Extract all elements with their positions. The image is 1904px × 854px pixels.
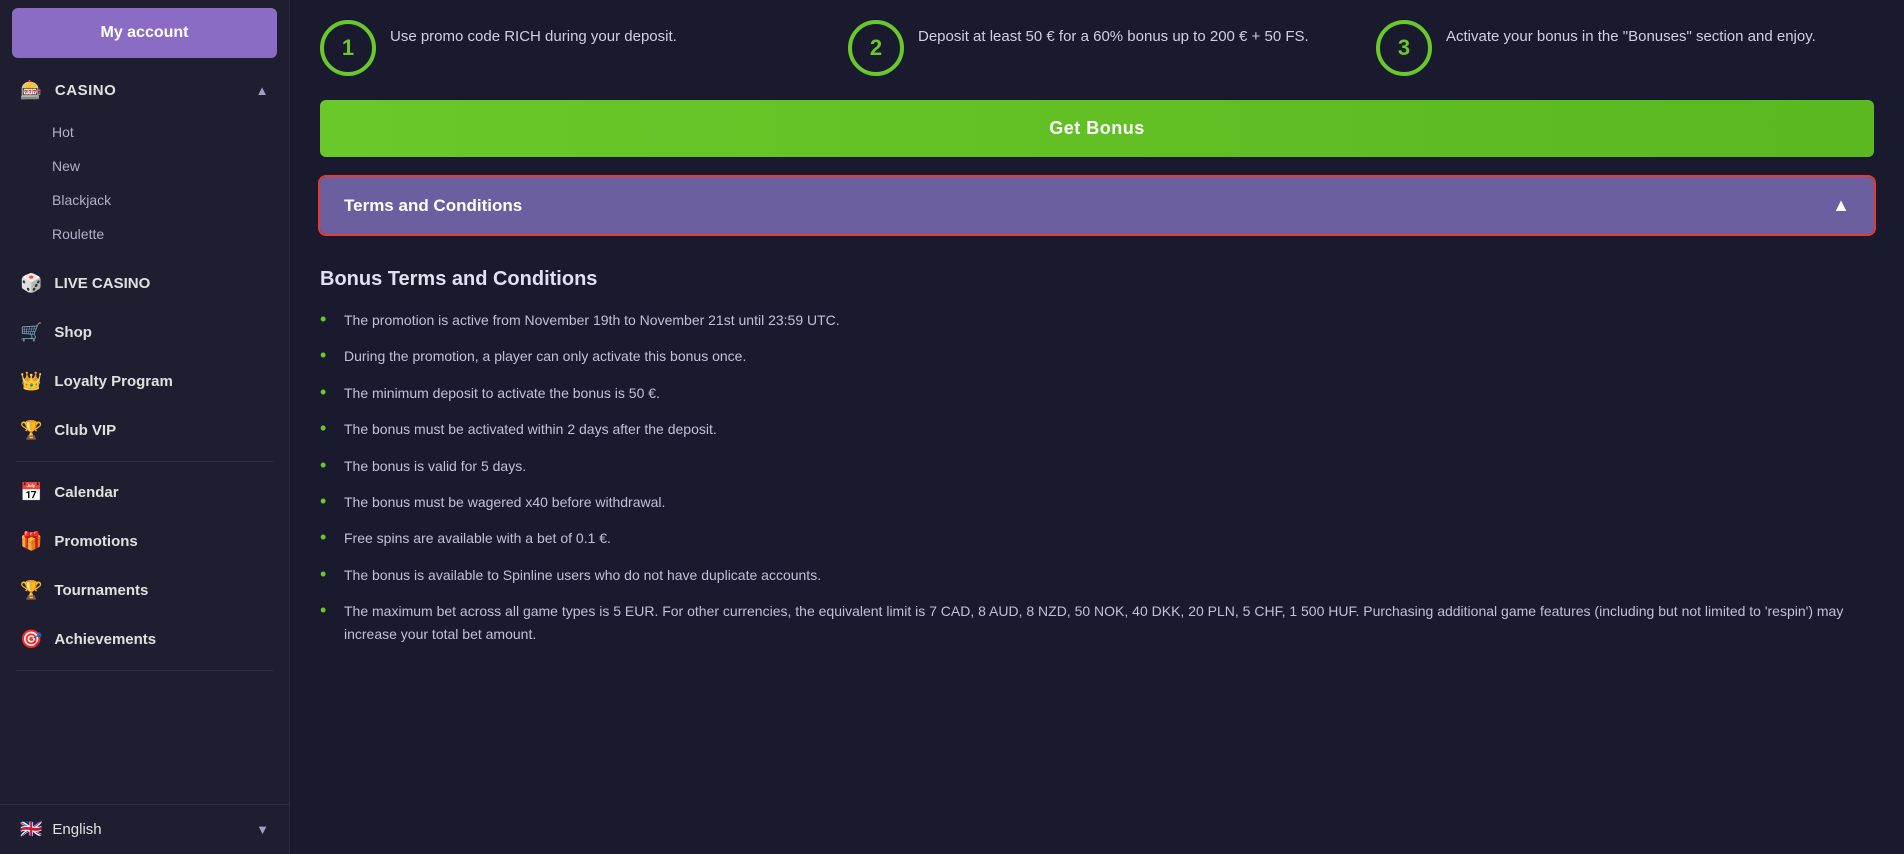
terms-list-item: The bonus must be activated within 2 day…	[320, 418, 1874, 440]
terms-list-item: The minimum deposit to activate the bonu…	[320, 382, 1874, 404]
bonus-terms-content: Bonus Terms and Conditions The promotion…	[320, 258, 1874, 679]
step-2-text: Deposit at least 50 € for a 60% bonus up…	[918, 20, 1309, 49]
terms-list-item: The bonus is available to Spinline users…	[320, 564, 1874, 586]
terms-list-item: The maximum bet across all game types is…	[320, 600, 1874, 645]
sidebar: My account 🎰 CASINO ▲ Hot New Blackjack …	[0, 0, 290, 854]
terms-list-item: The promotion is active from November 19…	[320, 309, 1874, 331]
sidebar-item-calendar[interactable]: 📅 Calendar	[0, 468, 289, 517]
sidebar-item-loyalty[interactable]: 👑 Loyalty Program	[0, 357, 289, 406]
sidebar-item-tournaments[interactable]: 🏆 Tournaments	[0, 566, 289, 615]
tournaments-label: Tournaments	[54, 582, 148, 599]
step-2-number: 2	[848, 20, 904, 76]
my-account-button[interactable]: My account	[12, 8, 277, 58]
vip-label: Club VIP	[54, 422, 116, 439]
sidebar-item-shop[interactable]: 🛒 Shop	[0, 308, 289, 357]
terms-list-item: During the promotion, a player can only …	[320, 345, 1874, 367]
casino-label: CASINO	[55, 82, 116, 99]
live-casino-icon: 🎲	[20, 273, 42, 294]
chevron-up-icon: ▲	[256, 83, 269, 98]
terms-header[interactable]: Terms and Conditions ▲	[320, 177, 1874, 234]
vip-icon: 🏆	[20, 420, 42, 441]
loyalty-label: Loyalty Program	[54, 373, 172, 390]
sidebar-item-club-vip[interactable]: 🏆 Club VIP	[0, 406, 289, 455]
promotions-label: Promotions	[54, 533, 137, 550]
bonus-terms-heading: Bonus Terms and Conditions	[320, 268, 1874, 291]
achievements-label: Achievements	[54, 631, 156, 648]
sidebar-item-hot[interactable]: Hot	[0, 115, 289, 149]
get-bonus-button[interactable]: Get Bonus	[320, 100, 1874, 157]
calendar-icon: 📅	[20, 482, 42, 503]
sidebar-item-new[interactable]: New	[0, 149, 289, 183]
calendar-label: Calendar	[54, 484, 118, 501]
step-1-number: 1	[320, 20, 376, 76]
step-2: 2 Deposit at least 50 € for a 60% bonus …	[848, 20, 1346, 76]
step-3-text: Activate your bonus in the "Bonuses" sec…	[1446, 20, 1816, 49]
sidebar-divider-1	[16, 461, 273, 462]
sidebar-item-roulette[interactable]: Roulette	[0, 217, 289, 251]
language-chevron-icon: ▼	[256, 822, 269, 837]
achievements-icon: 🎯	[20, 629, 42, 650]
step-1: 1 Use promo code RICH during your deposi…	[320, 20, 818, 76]
live-casino-label: LIVE CASINO	[54, 275, 150, 292]
sidebar-item-promotions[interactable]: 🎁 Promotions	[0, 517, 289, 566]
sidebar-item-blackjack[interactable]: Blackjack	[0, 183, 289, 217]
terms-accordion: Terms and Conditions ▲	[320, 177, 1874, 234]
language-label: English	[52, 821, 101, 838]
tournaments-icon: 🏆	[20, 580, 42, 601]
promotions-icon: 🎁	[20, 531, 42, 552]
step-1-text: Use promo code RICH during your deposit.	[390, 20, 677, 49]
main-content: 1 Use promo code RICH during your deposi…	[290, 0, 1904, 854]
flag-icon: 🇬🇧	[20, 819, 42, 840]
shop-label: Shop	[54, 324, 92, 341]
casino-section: 🎰 CASINO ▲ Hot New Blackjack Roulette	[0, 66, 289, 259]
terms-title: Terms and Conditions	[344, 196, 522, 216]
terms-chevron-icon: ▲	[1832, 195, 1850, 216]
sidebar-item-achievements[interactable]: 🎯 Achievements	[0, 615, 289, 664]
sidebar-divider-2	[16, 670, 273, 671]
steps-row: 1 Use promo code RICH during your deposi…	[320, 20, 1874, 76]
shop-icon: 🛒	[20, 322, 42, 343]
language-selector[interactable]: 🇬🇧 English ▼	[0, 804, 289, 854]
terms-list-item: The bonus must be wagered x40 before wit…	[320, 491, 1874, 513]
sidebar-item-live-casino[interactable]: 🎲 LIVE CASINO	[0, 259, 289, 308]
casino-icon: 🎰	[20, 80, 43, 101]
bonus-terms-list: The promotion is active from November 19…	[320, 309, 1874, 645]
terms-list-item: Free spins are available with a bet of 0…	[320, 527, 1874, 549]
loyalty-icon: 👑	[20, 371, 42, 392]
step-3: 3 Activate your bonus in the "Bonuses" s…	[1376, 20, 1874, 76]
terms-list-item: The bonus is valid for 5 days.	[320, 455, 1874, 477]
sidebar-item-casino[interactable]: 🎰 CASINO ▲	[0, 66, 289, 115]
step-3-number: 3	[1376, 20, 1432, 76]
